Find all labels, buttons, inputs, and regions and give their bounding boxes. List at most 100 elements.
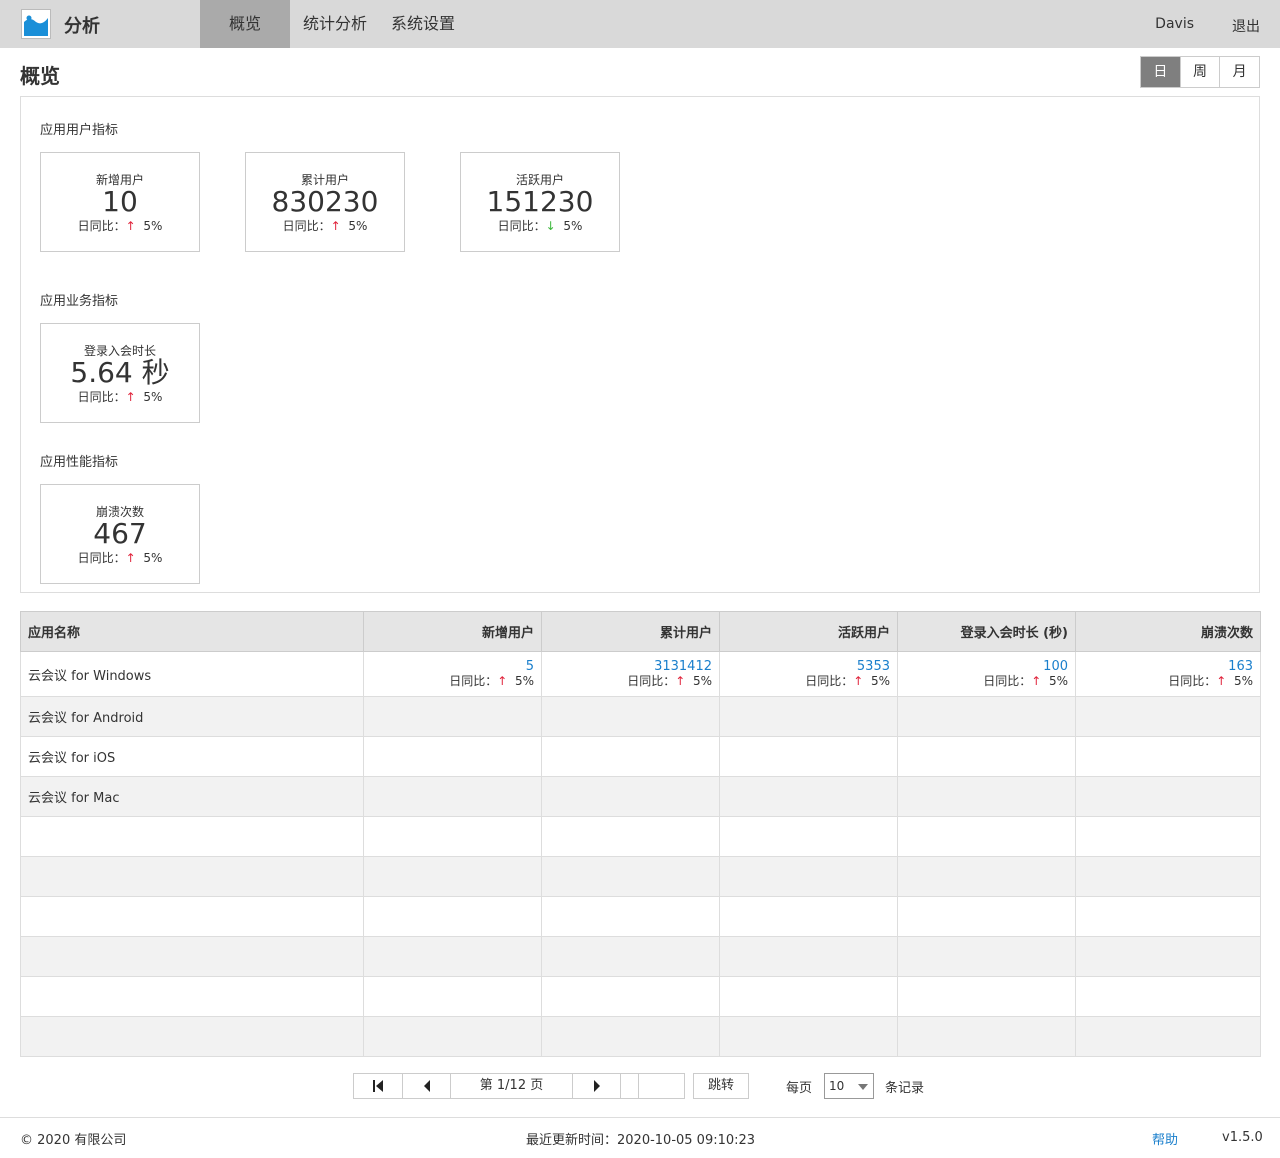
metric-cell: 163 日同比：↑ 5% <box>1075 651 1261 697</box>
period-day-button[interactable]: 日 <box>1141 57 1180 87</box>
metric-comparison: 日同比：↓ 5% <box>461 217 619 234</box>
period-week-button[interactable]: 周 <box>1179 57 1220 87</box>
metric-value: 467 <box>93 517 147 550</box>
empty-cell <box>897 936 1076 977</box>
metric-link[interactable]: 5353 <box>727 659 890 674</box>
empty-cell <box>1075 1016 1261 1057</box>
table-row-empty <box>20 856 1261 897</box>
user-name[interactable]: Davis <box>1155 16 1194 32</box>
next-page-button[interactable] <box>572 1074 620 1098</box>
empty-cell <box>20 976 364 1017</box>
comparison-pct: 5% <box>143 219 163 233</box>
column-header-crashes[interactable]: 崩溃次数 <box>1075 611 1261 652</box>
column-header-app-name[interactable]: 应用名称 <box>20 611 364 652</box>
table-row[interactable]: 云会议 for iOS <box>20 736 1261 777</box>
copyright: © 2020 有限公司 <box>20 1133 127 1148</box>
comparison-label: 日同比： <box>449 674 498 688</box>
empty-cell <box>897 816 1076 857</box>
page-title: 概览 <box>20 64 60 88</box>
metric-card-total-users: 累计用户 830230 日同比：↑ 5% <box>245 152 405 252</box>
empty-cell <box>1075 976 1261 1017</box>
metric-link[interactable]: 3131412 <box>549 659 712 674</box>
period-month-button[interactable]: 月 <box>1219 57 1260 87</box>
nav-item-statistics[interactable]: 统计分析 <box>291 0 379 48</box>
metric-cell <box>897 736 1076 777</box>
empty-cell <box>541 896 720 937</box>
empty-cell <box>897 856 1076 897</box>
empty-cell <box>541 1016 720 1057</box>
metric-comparison: 日同比：↑ 5% <box>41 549 199 566</box>
table-row-empty <box>20 976 1261 1017</box>
comparison-label: 日同比： <box>77 551 126 565</box>
arrow-up-icon: ↑ <box>125 390 136 404</box>
last-updated: 最近更新时间：2020-10-05 09:10:23 <box>526 1133 756 1148</box>
empty-cell <box>897 976 1076 1017</box>
nav-item-settings[interactable]: 系统设置 <box>379 0 467 48</box>
jump-button[interactable]: 跳转 <box>693 1073 749 1099</box>
column-header-new-users[interactable]: 新增用户 <box>363 611 542 652</box>
metric-link[interactable]: 5 <box>371 659 534 674</box>
metric-cell <box>541 736 720 777</box>
empty-cell <box>541 816 720 857</box>
period-switch: 日 周 月 <box>1140 56 1260 88</box>
empty-cell <box>897 1016 1076 1057</box>
jump-page-input[interactable] <box>638 1073 685 1099</box>
metric-card-join-duration: 登录入会时长 5.64 秒 日同比：↑ 5% <box>40 323 200 423</box>
comparison-label: 日同比： <box>77 219 126 233</box>
empty-cell <box>20 896 364 937</box>
chevron-down-icon <box>858 1084 868 1090</box>
comparison-pct: 5% <box>692 674 712 688</box>
help-link[interactable]: 帮助 <box>1152 1129 1178 1148</box>
table-row-empty <box>20 936 1261 977</box>
comparison-pct: 5% <box>1233 674 1253 688</box>
user-metrics-title: 应用用户指标 <box>40 123 119 138</box>
empty-cell <box>719 976 898 1017</box>
empty-cell <box>719 1016 898 1057</box>
metric-cell <box>1075 776 1261 817</box>
comparison-label: 日同比： <box>1168 674 1217 688</box>
metric-cell <box>1075 736 1261 777</box>
empty-cell <box>1075 896 1261 937</box>
metric-cell: 100 日同比：↑ 5% <box>897 651 1076 697</box>
metric-cell: 5353 日同比：↑ 5% <box>719 651 898 697</box>
metric-comparison: 日同比：↑ 5% <box>905 674 1068 689</box>
empty-cell <box>363 856 542 897</box>
metric-comparison: 日同比：↑ 5% <box>1083 674 1253 689</box>
empty-cell <box>20 1016 364 1057</box>
arrow-up-icon: ↑ <box>1216 674 1227 688</box>
metric-cell <box>719 736 898 777</box>
empty-cell <box>541 856 720 897</box>
per-page-label: 每页 <box>786 1081 813 1096</box>
column-header-total-users[interactable]: 累计用户 <box>541 611 720 652</box>
table-row[interactable]: 云会议 for Windows 5 日同比：↑ 5% 3131412 日同比：↑… <box>20 651 1261 697</box>
metric-link[interactable]: 100 <box>905 659 1068 674</box>
app-name-cell: 云会议 for iOS <box>20 736 364 777</box>
metric-cell <box>363 696 542 737</box>
records-label: 条记录 <box>885 1081 925 1096</box>
app-logo-icon[interactable] <box>21 9 51 39</box>
empty-cell <box>1075 856 1261 897</box>
empty-cell <box>1075 816 1261 857</box>
comparison-pct: 5% <box>1048 674 1068 688</box>
empty-cell <box>363 1016 542 1057</box>
version: v1.5.0 <box>1222 1130 1263 1145</box>
table-row[interactable]: 云会议 for Mac <box>20 776 1261 817</box>
metric-card-active-users: 活跃用户 151230 日同比：↓ 5% <box>460 152 620 252</box>
table-row[interactable]: 云会议 for Android <box>20 696 1261 737</box>
main-nav: 概览 统计分析 系统设置 <box>200 0 467 48</box>
nav-item-overview[interactable]: 概览 <box>200 0 290 48</box>
first-page-button[interactable] <box>354 1074 402 1098</box>
logout-link[interactable]: 退出 <box>1232 16 1260 36</box>
empty-cell <box>719 856 898 897</box>
metric-cell <box>719 696 898 737</box>
metric-link[interactable]: 163 <box>1083 659 1253 674</box>
per-page-select[interactable]: 10 <box>824 1073 874 1099</box>
column-header-join-duration[interactable]: 登录入会时长 (秒) <box>897 611 1076 652</box>
metric-cell <box>541 776 720 817</box>
empty-cell <box>363 816 542 857</box>
comparison-pct: 5% <box>870 674 890 688</box>
prev-page-button[interactable] <box>402 1074 450 1098</box>
page-info: 第 1/12 页 <box>450 1074 572 1098</box>
empty-cell <box>20 936 364 977</box>
column-header-active-users[interactable]: 活跃用户 <box>719 611 898 652</box>
